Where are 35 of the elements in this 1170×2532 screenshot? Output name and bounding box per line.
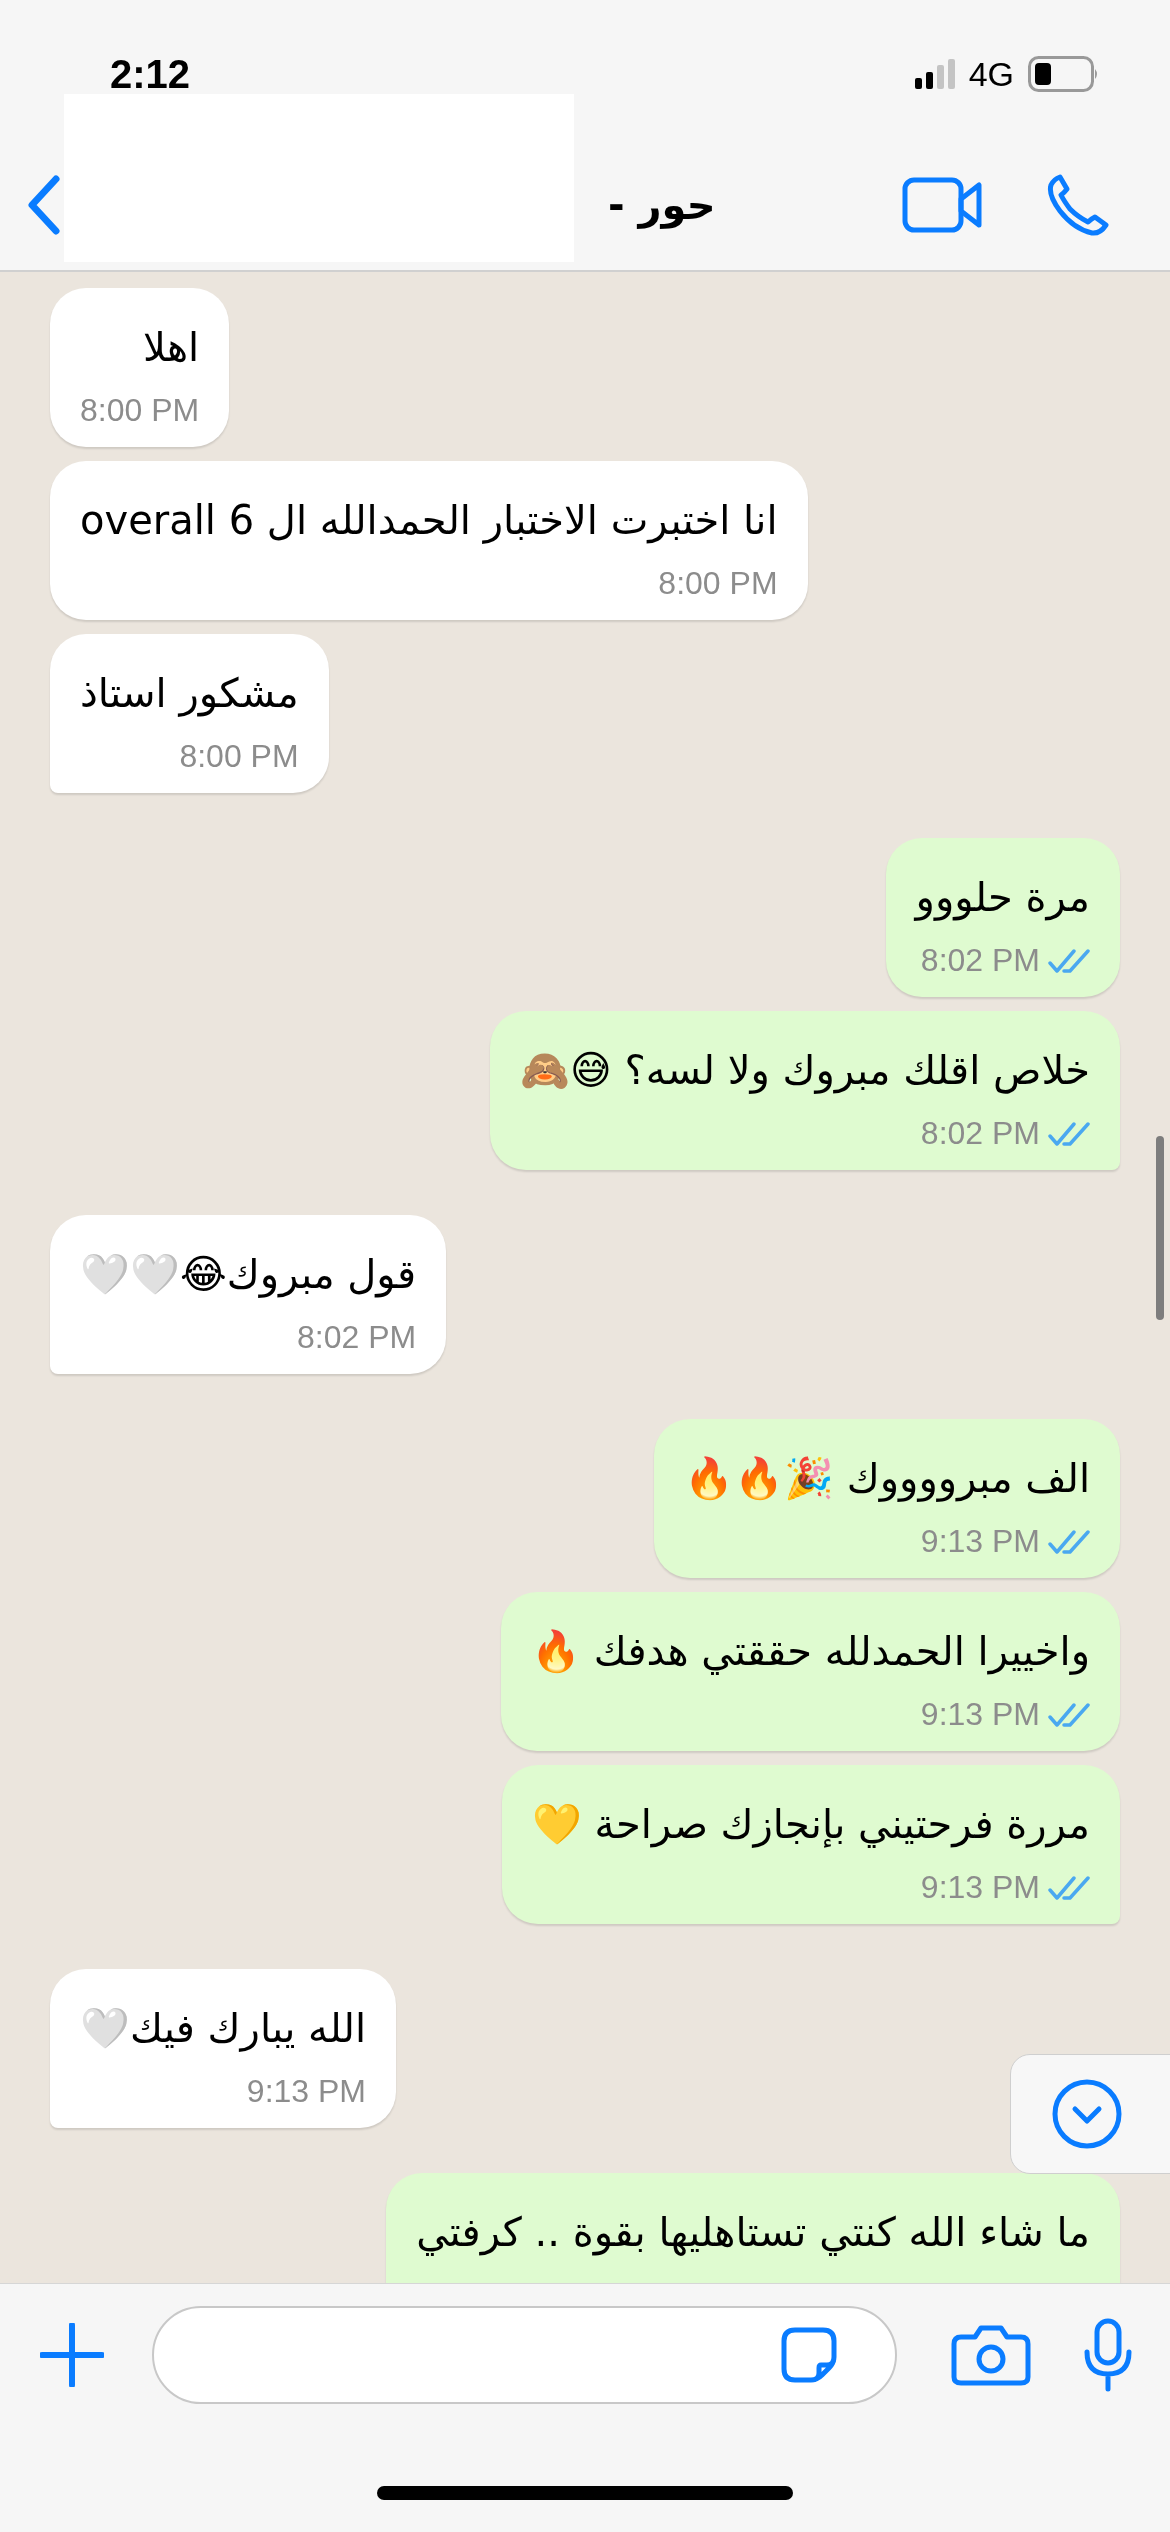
message-text: ما شاء الله كنتي تستاهليها بقوة .. كرفتي: [416, 2208, 1090, 2258]
plus-icon[interactable]: [40, 2323, 104, 2387]
microphone-icon[interactable]: [1083, 2318, 1133, 2392]
message-time: 8:00 PM: [658, 565, 778, 602]
video-call-icon[interactable]: [902, 177, 982, 233]
message-text: الله يبارك فيك🤍: [80, 2004, 366, 2054]
network-label: 4G: [968, 54, 1014, 94]
back-icon[interactable]: [26, 175, 60, 235]
message-text: مشكور استاذ: [80, 669, 299, 719]
message-time: 8:00 PM: [80, 392, 200, 429]
message-text: قول مبروك😂🤍🤍: [80, 1250, 417, 1300]
battery-icon: [1028, 56, 1100, 92]
message-text: خلاص اقلك مبروك ولا لسه؟ 😅🙈: [520, 1046, 1090, 1096]
chevron-down-circle-icon: [1051, 2078, 1123, 2150]
message-time: 9:13 PM: [920, 1523, 1040, 1560]
message-time: 8:02 PM: [920, 942, 1040, 979]
message-text: الف مبرووووك 🎉🔥🔥: [684, 1454, 1090, 1504]
message-text: مررة فرحتيني بإنجازك صراحة 💛: [531, 1800, 1090, 1850]
message-time: 8:02 PM: [297, 1319, 417, 1356]
signal-icon: [914, 59, 955, 89]
contact-name: حور -: [608, 182, 716, 228]
message-text: انا اختبرت الاختبار الحمدالله ال 6 overall: [80, 496, 778, 546]
message-time: 8:02 PM: [920, 1115, 1040, 1152]
message-time: 8:00 PM: [179, 738, 299, 775]
message-text: مرة حلووو: [915, 873, 1090, 923]
phone-call-icon[interactable]: [1046, 173, 1110, 237]
status-time: 2:12: [110, 51, 191, 97]
message-text: واخييرا الحمدلله حققتي هدفك 🔥: [531, 1627, 1090, 1677]
scroll-down-button[interactable]: [1010, 2054, 1170, 2174]
message-text: اهلا: [142, 323, 200, 372]
message-time: 9:13 PM: [920, 1869, 1040, 1906]
message-time: 9:13 PM: [920, 1696, 1040, 1733]
camera-icon[interactable]: [951, 2323, 1031, 2387]
sticker-icon[interactable]: [781, 2327, 837, 2383]
message-time: 9:13 PM: [246, 2073, 366, 2110]
